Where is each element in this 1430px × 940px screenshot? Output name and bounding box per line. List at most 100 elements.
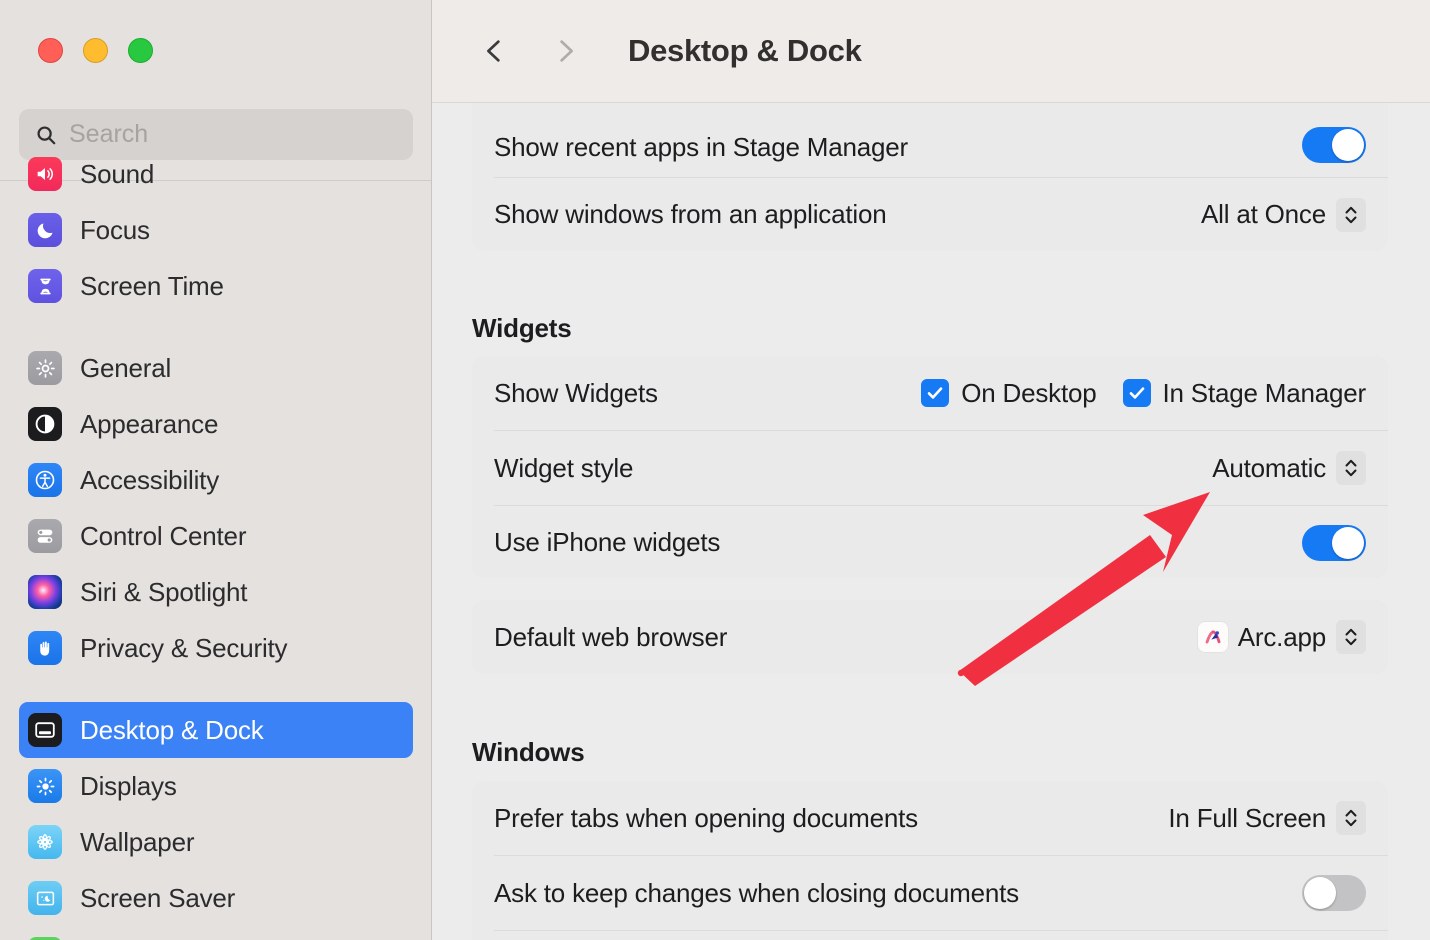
chevron-right-icon	[551, 36, 581, 66]
sidebar-item-siri-spotlight[interactable]: Siri & Spotlight	[19, 564, 413, 620]
sidebar-item-wallpaper[interactable]: Wallpaper	[19, 814, 413, 870]
default-browser-card: Default web browser Ar	[472, 600, 1388, 674]
sidebar-item-label: Appearance	[80, 409, 218, 440]
popup-stepper[interactable]	[1336, 451, 1366, 485]
sidebar-item-next-partial[interactable]	[19, 926, 413, 940]
row-label: Default web browser	[494, 622, 727, 653]
row-show-recent-apps[interactable]: Show recent apps in Stage Manager	[472, 103, 1388, 177]
close-button[interactable]	[38, 38, 63, 63]
control-center-icon	[28, 519, 62, 553]
windows-card: Prefer tabs when opening documents In Fu…	[472, 781, 1388, 940]
prefer-tabs-popup[interactable]: In Full Screen	[1168, 801, 1366, 835]
sidebar-item-screen-time[interactable]: Screen Time	[19, 258, 413, 314]
sidebar-item-privacy-security[interactable]: Privacy & Security	[19, 620, 413, 676]
sidebar-item-sound[interactable]: Sound	[19, 146, 413, 202]
screen-time-icon	[28, 269, 62, 303]
checkbox-label: On Desktop	[961, 378, 1096, 409]
toggle-knob	[1332, 129, 1364, 161]
windows-section-title: Windows	[472, 737, 584, 768]
arc-app-icon	[1198, 622, 1228, 652]
settings-content[interactable]: Show recent apps in Stage Manager Show w…	[432, 103, 1430, 940]
forward-button[interactable]	[544, 29, 588, 73]
sidebar: Sound Focus Scre	[0, 0, 432, 940]
minimize-button[interactable]	[83, 38, 108, 63]
show-windows-popup[interactable]: All at Once	[1201, 198, 1366, 232]
widgets-card: Show Widgets On Desktop	[472, 356, 1388, 578]
show-recent-apps-toggle[interactable]	[1302, 127, 1366, 163]
row-show-windows-from-application[interactable]: Show windows from an application All at …	[472, 178, 1388, 251]
search-input[interactable]	[69, 120, 389, 149]
sidebar-item-focus[interactable]: Focus	[19, 202, 413, 258]
row-label: Prefer tabs when opening documents	[494, 803, 918, 834]
traffic-lights	[38, 38, 153, 63]
toggle-knob	[1304, 877, 1336, 909]
appearance-icon	[28, 407, 62, 441]
sidebar-item-accessibility[interactable]: Accessibility	[19, 452, 413, 508]
row-label: Show recent apps in Stage Manager	[494, 132, 908, 163]
sidebar-item-label: General	[80, 353, 171, 384]
sidebar-item-label: Accessibility	[80, 465, 219, 496]
row-show-widgets[interactable]: Show Widgets On Desktop	[472, 356, 1388, 430]
privacy-icon	[28, 631, 62, 665]
popup-stepper[interactable]	[1336, 620, 1366, 654]
sidebar-item-appearance[interactable]: Appearance	[19, 396, 413, 452]
checkbox-label: In Stage Manager	[1163, 378, 1367, 409]
sidebar-item-label: Privacy & Security	[80, 633, 287, 664]
row-label: Ask to keep changes when closing documen…	[494, 878, 1019, 909]
default-browser-popup[interactable]: Arc.app	[1198, 620, 1366, 654]
desktop-dock-icon	[28, 713, 62, 747]
accessibility-icon	[28, 463, 62, 497]
siri-icon	[28, 575, 62, 609]
row-label: Show Widgets	[494, 378, 658, 409]
popup-stepper[interactable]	[1336, 801, 1366, 835]
system-settings-window: Sound Focus Scre	[0, 0, 1430, 940]
checkbox-box[interactable]	[1123, 379, 1151, 407]
checkbox-box[interactable]	[921, 379, 949, 407]
sound-icon	[28, 157, 62, 191]
chevron-up-down-icon	[1343, 204, 1359, 226]
chevron-up-down-icon	[1343, 807, 1359, 829]
search-icon	[35, 124, 57, 146]
sidebar-item-label: Desktop & Dock	[80, 715, 264, 746]
sidebar-group-separator	[19, 676, 413, 702]
main-panel: Desktop & Dock Show recent apps in Stage…	[432, 0, 1430, 940]
row-label: Use iPhone widgets	[494, 527, 720, 558]
row-prefer-tabs[interactable]: Prefer tabs when opening documents In Fu…	[472, 781, 1388, 855]
sidebar-nav-list[interactable]: Sound Focus Scre	[0, 168, 432, 940]
use-iphone-widgets-toggle[interactable]	[1302, 525, 1366, 561]
popup-value: Arc.app	[1238, 622, 1326, 653]
row-default-web-browser[interactable]: Default web browser Ar	[472, 600, 1388, 674]
sidebar-item-label: Wallpaper	[80, 827, 194, 858]
general-icon	[28, 351, 62, 385]
popup-value: In Full Screen	[1168, 803, 1326, 834]
row-widget-style[interactable]: Widget style Automatic	[472, 431, 1388, 505]
chevron-up-down-icon	[1343, 457, 1359, 479]
checkbox-in-stage-manager[interactable]: In Stage Manager	[1123, 378, 1367, 409]
sidebar-item-displays[interactable]: Displays	[19, 758, 413, 814]
stage-manager-card: Show recent apps in Stage Manager Show w…	[472, 103, 1388, 251]
zoom-button[interactable]	[128, 38, 153, 63]
widget-style-popup[interactable]: Automatic	[1212, 451, 1366, 485]
checkmark-icon	[1127, 383, 1147, 403]
sidebar-item-label: Sound	[80, 159, 154, 190]
popup-value: All at Once	[1201, 199, 1326, 230]
back-button[interactable]	[472, 29, 516, 73]
popup-stepper[interactable]	[1336, 198, 1366, 232]
displays-icon	[28, 769, 62, 803]
sidebar-item-label: Screen Time	[80, 271, 224, 302]
sidebar-group-separator	[19, 314, 413, 340]
widgets-section-title: Widgets	[472, 313, 571, 344]
titlebar: Desktop & Dock	[432, 0, 1430, 102]
checkbox-on-desktop[interactable]: On Desktop	[921, 378, 1096, 409]
sidebar-item-label: Control Center	[80, 521, 246, 552]
row-label: Show windows from an application	[494, 199, 886, 230]
row-ask-keep-changes[interactable]: Ask to keep changes when closing documen…	[472, 856, 1388, 930]
sidebar-item-desktop-dock[interactable]: Desktop & Dock	[19, 702, 413, 758]
ask-keep-changes-toggle[interactable]	[1302, 875, 1366, 911]
chevron-left-icon	[479, 36, 509, 66]
chevron-up-down-icon	[1343, 626, 1359, 648]
sidebar-item-screen-saver[interactable]: Screen Saver	[19, 870, 413, 926]
row-use-iphone-widgets[interactable]: Use iPhone widgets	[472, 506, 1388, 579]
sidebar-item-control-center[interactable]: Control Center	[19, 508, 413, 564]
sidebar-item-general[interactable]: General	[19, 340, 413, 396]
